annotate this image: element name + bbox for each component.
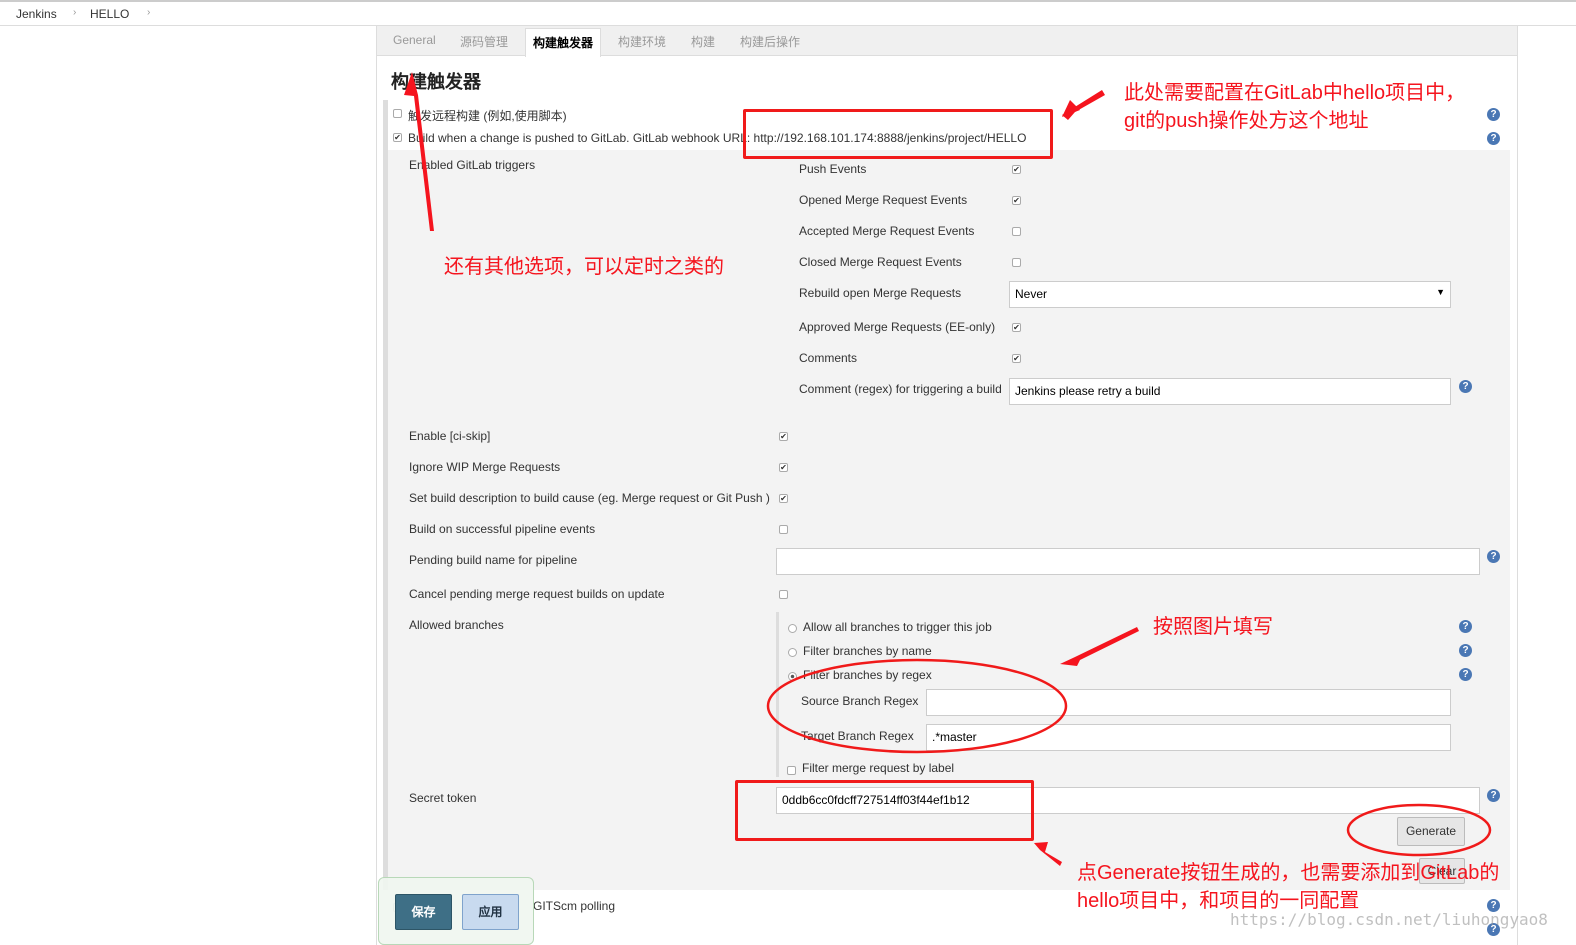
annotation-ellipse-branches bbox=[766, 658, 1068, 754]
arrow-icon bbox=[404, 72, 434, 231]
arrow-icon bbox=[1060, 627, 1139, 666]
annotation-arrows bbox=[404, 72, 1139, 866]
annotation-ellipse-generate bbox=[1346, 803, 1492, 857]
annotation-text: 按照图片填写 bbox=[1153, 616, 1273, 638]
annotation-text: 点Generate按钮生成的，也需要添加到GitLab的 bbox=[1077, 862, 1500, 884]
annotation-text: 还有其他选项，可以定时之类的 bbox=[444, 256, 724, 278]
annotation-overlay bbox=[404, 72, 1492, 866]
watermark: https://blog.csdn.net/liuhongyao8 bbox=[1230, 910, 1548, 929]
annotation-text: 此处需要配置在GitLab中hello项目中， bbox=[1124, 82, 1466, 104]
annotation-text: hello项目中，和项目的一同配置 bbox=[1077, 890, 1360, 912]
arrow-icon bbox=[1034, 842, 1062, 866]
annotation-text: git的push操作处方这个地址 bbox=[1124, 110, 1369, 132]
